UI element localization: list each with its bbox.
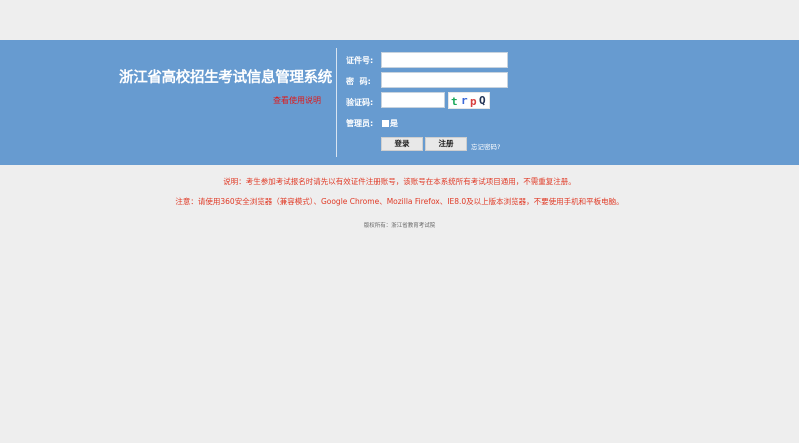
system-title: 浙江省高校招生考试信息管理系统	[119, 70, 332, 86]
copyright-footer: 版权所有：浙江省教育考试院	[363, 223, 436, 229]
browser-notice: 注意：请使用360安全浏览器（兼容模式）、Google Chrome、Mozil…	[175, 197, 624, 206]
captcha-input[interactable]	[381, 92, 445, 108]
captcha-label: 验证码:	[346, 98, 374, 107]
login-button[interactable]: 登录	[381, 137, 423, 151]
captcha-image[interactable]: t r p Q	[448, 92, 490, 109]
forgot-password-link[interactable]: 忘记密码?	[471, 141, 500, 151]
captcha-char-4: Q	[479, 94, 486, 107]
admin-checkbox-label: 是	[390, 119, 398, 128]
captcha-char-2: r	[461, 94, 468, 107]
captcha-char-3: p	[470, 95, 477, 108]
password-label: 密 码:	[346, 77, 371, 86]
register-button[interactable]: 注册	[425, 137, 467, 151]
vertical-divider	[336, 48, 337, 157]
registration-explanation: 说明：考生参加考试报名时请先以有效证件注册账号，该账号在本系统所有考试项目通用，…	[223, 177, 576, 186]
admin-checkbox[interactable]	[382, 120, 389, 127]
id-number-input[interactable]	[381, 52, 508, 68]
id-number-label: 证件号:	[346, 56, 374, 65]
captcha-char-1: t	[451, 95, 458, 108]
password-input[interactable]	[381, 72, 508, 88]
login-page: 浙江省高校招生考试信息管理系统 查看使用说明 证件号: 密 码: 验证码: t …	[0, 0, 799, 443]
admin-label: 管理员:	[346, 119, 374, 128]
captcha-glyphs: t r p Q	[451, 94, 486, 108]
usage-instructions-link[interactable]: 查看使用说明	[273, 95, 321, 106]
header-banner: 浙江省高校招生考试信息管理系统 查看使用说明 证件号: 密 码: 验证码: t …	[0, 40, 799, 165]
